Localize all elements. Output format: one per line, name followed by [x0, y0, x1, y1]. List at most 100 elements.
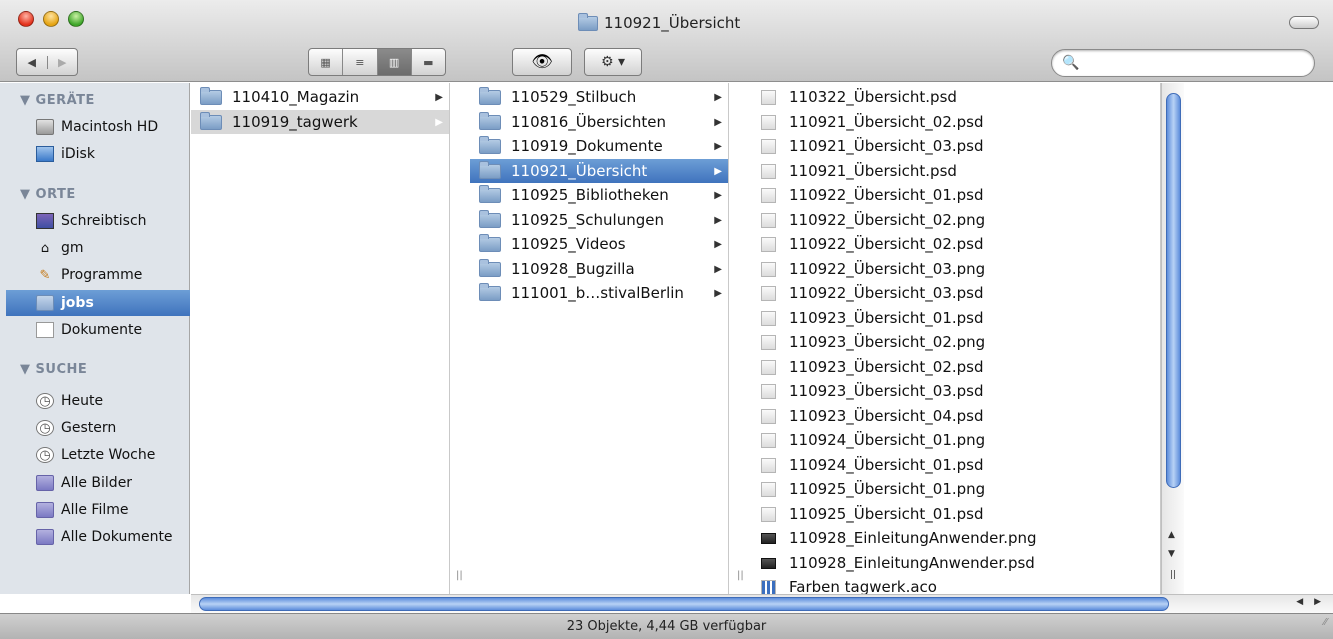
file-row[interactable]: 110923_Übersicht_01.psd — [751, 306, 1160, 330]
file-row[interactable]: 110921_Übersicht_02.psd — [751, 110, 1160, 134]
minimize-button[interactable] — [43, 11, 59, 27]
folder-icon — [479, 86, 501, 105]
file-name: 110923_Übersicht_02.png — [789, 333, 986, 351]
horizontal-scroll-thumb[interactable] — [199, 597, 1169, 611]
psd-file-icon — [761, 408, 776, 424]
cover-flow-icon[interactable]: ▬ — [410, 49, 445, 75]
sidebar-item-idisk[interactable]: iDisk — [6, 141, 190, 167]
folder-name: 110919_Dokumente — [511, 137, 663, 155]
file-name: 110922_Übersicht_02.png — [789, 211, 986, 229]
file-row[interactable]: 110925_Übersicht_01.png — [751, 477, 1160, 501]
file-row[interactable]: 110921_Übersicht_03.psd — [751, 134, 1160, 158]
folder-name: 110925_Schulungen — [511, 211, 664, 229]
sidebar-item-macintosh-hd[interactable]: Macintosh HD — [6, 114, 190, 140]
disclosure-arrow-icon: ▶ — [714, 165, 722, 177]
file-name: 110921_Übersicht_03.psd — [789, 137, 984, 155]
vertical-scroll-thumb[interactable] — [1166, 93, 1181, 488]
file-row[interactable]: 110925_Übersicht_01.psd — [751, 502, 1160, 526]
folder-row[interactable]: 111001_b…stivalBerlin ▶ — [470, 281, 728, 305]
psd-file-icon — [761, 236, 776, 252]
sidebar-header-search: ▼ SUCHE — [20, 362, 88, 377]
file-row[interactable]: 110923_Übersicht_02.psd — [751, 355, 1160, 379]
sidebar-item-label: Programme — [61, 267, 143, 283]
sidebar-item-dokumente[interactable]: Dokumente — [6, 317, 190, 343]
folder-row[interactable]: 110925_Schulungen ▶ — [470, 208, 728, 232]
file-name: 110922_Übersicht_01.psd — [789, 186, 984, 204]
file-row[interactable]: 110924_Übersicht_01.psd — [751, 453, 1160, 477]
sidebar-item-schreibtisch[interactable]: Schreibtisch — [6, 208, 190, 234]
folder-row[interactable]: 110928_Bugzilla ▶ — [470, 257, 728, 281]
file-row[interactable]: 110928_EinleitungAnwender.psd — [751, 551, 1160, 575]
sidebar-item-heute[interactable]: ◷ Heute — [6, 388, 190, 414]
search-input[interactable]: 🔍 — [1051, 49, 1315, 77]
sidebar-item-alle-bilder[interactable]: Alle Bilder — [6, 470, 190, 496]
file-name: 110928_EinleitungAnwender.psd — [789, 554, 1035, 572]
vertical-scrollbar[interactable]: ▲ ▼ || — [1161, 83, 1184, 594]
folder-row[interactable]: 110925_Videos ▶ — [470, 232, 728, 256]
resize-grip-icon[interactable]: ⁄⁄ — [1324, 610, 1327, 635]
file-row[interactable]: 110923_Übersicht_02.png — [751, 330, 1160, 354]
folder-name: 110410_Magazin — [232, 88, 360, 106]
file-row[interactable]: 110322_Übersicht.psd — [751, 85, 1160, 109]
sidebar-item-gm[interactable]: ⌂ gm — [6, 235, 190, 261]
file-row[interactable]: 110922_Übersicht_01.psd — [751, 183, 1160, 207]
folder-row[interactable]: 110919_Dokumente ▶ — [470, 134, 728, 158]
psd-file-icon — [761, 138, 776, 154]
folder-row[interactable]: 110919_tagwerk ▶ — [191, 110, 449, 134]
psd-file-icon — [761, 359, 776, 375]
horizontal-scrollbar[interactable]: ◀ ▶ — [191, 594, 1333, 613]
file-row[interactable]: 110922_Übersicht_03.psd — [751, 281, 1160, 305]
list-view-icon[interactable]: ≡ — [342, 49, 376, 75]
folder-row[interactable]: 110410_Magazin ▶ — [191, 85, 449, 109]
finder-window: 110921_Übersicht ◀ ▶ ▦ ≡ ▥ ▬ 👁 ⚙ ▾ 🔍 ▼ G… — [0, 0, 1333, 639]
clock-icon: ◷ — [36, 393, 54, 409]
back-forward-control: ◀ ▶ — [16, 48, 78, 76]
file-row[interactable]: 110922_Übersicht_02.psd — [751, 232, 1160, 256]
png-file-icon — [761, 432, 776, 448]
sidebar-header-places: ▼ ORTE — [20, 187, 76, 202]
folder-icon — [479, 209, 501, 228]
file-row[interactable]: 110922_Übersicht_03.png — [751, 257, 1160, 281]
hard-disk-icon — [36, 119, 54, 135]
sidebar-item-alle-dokumente[interactable]: Alle Dokumente — [6, 524, 190, 550]
quick-look-button[interactable]: 👁 — [512, 48, 572, 76]
file-row[interactable]: Farben tagwerk.aco — [751, 575, 1160, 594]
file-name: 110928_EinleitungAnwender.png — [789, 529, 1037, 547]
file-row[interactable]: 110924_Übersicht_01.png — [751, 428, 1160, 452]
sidebar-item-jobs[interactable]: jobs — [6, 290, 190, 316]
folder-row[interactable]: 110816_Übersichten ▶ — [470, 110, 728, 134]
folder-icon — [479, 135, 501, 154]
file-row[interactable]: 110928_EinleitungAnwender.png — [751, 526, 1160, 550]
toolbar-toggle-button[interactable] — [1289, 16, 1319, 29]
forward-icon[interactable]: ▶ — [46, 55, 78, 69]
folder-icon — [479, 282, 501, 301]
folder-row[interactable]: 110925_Bibliotheken ▶ — [470, 183, 728, 207]
folder-row-selected[interactable]: 110921_Übersicht ▶ — [470, 159, 728, 183]
file-row[interactable]: 110923_Übersicht_03.psd — [751, 379, 1160, 403]
scroll-down-icon[interactable]: ▼ — [1168, 549, 1175, 559]
scroll-left-right-icon[interactable]: ◀ ▶ — [1296, 597, 1325, 607]
sidebar-item-alle-filme[interactable]: Alle Filme — [6, 497, 190, 523]
folder-row[interactable]: 110529_Stilbuch ▶ — [470, 85, 728, 109]
action-menu-button[interactable]: ⚙ ▾ — [584, 48, 642, 76]
file-row[interactable]: 110922_Übersicht_02.png — [751, 208, 1160, 232]
sidebar-item-gestern[interactable]: ◷ Gestern — [6, 415, 190, 441]
file-row[interactable]: 110921_Übersicht.psd — [751, 159, 1160, 183]
column-resize-handle[interactable]: || — [1170, 570, 1176, 580]
sidebar-item-letzte-woche[interactable]: ◷ Letzte Woche — [6, 442, 190, 468]
column-view-icon[interactable]: ▥ — [376, 49, 411, 75]
sidebar-item-label: Letzte Woche — [61, 447, 156, 463]
back-icon[interactable]: ◀ — [17, 56, 47, 69]
scroll-up-icon[interactable]: ▲ — [1168, 530, 1175, 540]
psd-file-icon — [761, 310, 776, 326]
sidebar-item-programme[interactable]: ✎ Programme — [6, 262, 190, 288]
zoom-button[interactable] — [68, 11, 84, 27]
file-name: 110923_Übersicht_04.psd — [789, 407, 984, 425]
icon-view-icon[interactable]: ▦ — [309, 49, 342, 75]
folder-icon — [200, 86, 222, 105]
file-row[interactable]: 110923_Übersicht_04.psd — [751, 404, 1160, 428]
close-button[interactable] — [18, 11, 34, 27]
png-file-icon — [761, 532, 776, 544]
window-title: 110921_Übersicht — [578, 12, 740, 33]
sidebar-item-label: Dokumente — [61, 322, 143, 338]
